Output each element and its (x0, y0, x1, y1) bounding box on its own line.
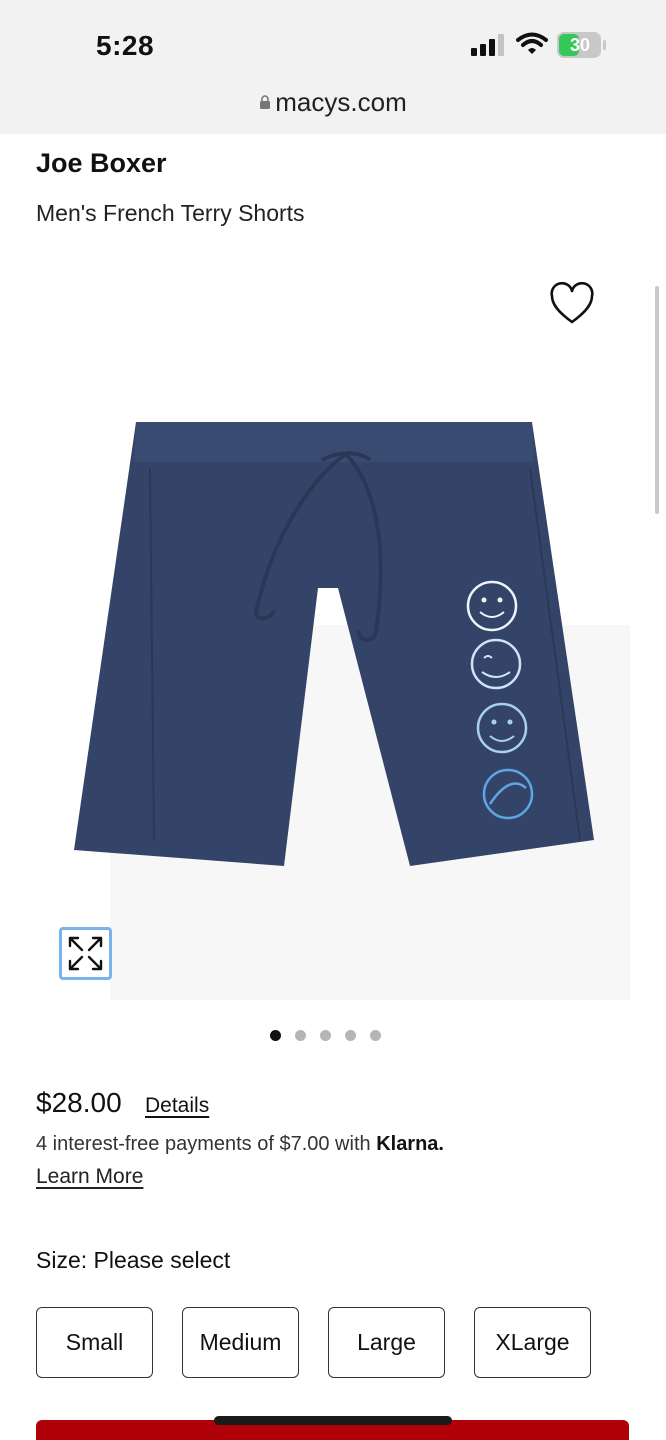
status-bar: 5:28 30 macys.com (0, 0, 666, 134)
url-text: macys.com (275, 86, 407, 117)
size-option-large[interactable]: Large (328, 1307, 445, 1378)
klarna-offer: 4 interest-free payments of $7.00 with K… (36, 1133, 444, 1156)
scroll-indicator[interactable] (655, 286, 659, 514)
wifi-icon (516, 32, 548, 54)
home-indicator (214, 1416, 452, 1425)
product-image[interactable] (60, 410, 620, 880)
heart-icon[interactable] (548, 282, 596, 326)
product-title: Men's French Terry Shorts (36, 200, 305, 226)
price-details-link[interactable]: Details (145, 1094, 209, 1118)
carousel-dots (270, 1030, 381, 1041)
carousel-dot[interactable] (345, 1030, 356, 1041)
carousel-dot[interactable] (295, 1030, 306, 1041)
expand-image-button[interactable] (59, 927, 112, 980)
size-option-medium[interactable]: Medium (182, 1307, 299, 1378)
learn-more-link[interactable]: Learn More (36, 1165, 143, 1189)
address-bar[interactable]: macys.com (0, 84, 666, 120)
cellular-signal-icon (471, 34, 504, 56)
carousel-dot[interactable] (370, 1030, 381, 1041)
size-options: Small Medium Large XLarge (36, 1307, 591, 1378)
expand-icon (68, 936, 103, 971)
lock-icon (260, 95, 271, 109)
battery-level: 30 (569, 35, 591, 55)
product-brand[interactable]: Joe Boxer (36, 148, 167, 179)
klarna-brand: Klarna. (376, 1133, 444, 1155)
carousel-dot[interactable] (270, 1030, 281, 1041)
size-option-xlarge[interactable]: XLarge (474, 1307, 591, 1378)
status-time: 5:28 (96, 30, 155, 61)
size-label: Size: Please select (36, 1247, 231, 1273)
carousel-dot[interactable] (320, 1030, 331, 1041)
product-price: $28.00 (36, 1087, 122, 1118)
klarna-text: 4 interest-free payments of $7.00 with (36, 1133, 377, 1155)
size-option-small[interactable]: Small (36, 1307, 153, 1378)
